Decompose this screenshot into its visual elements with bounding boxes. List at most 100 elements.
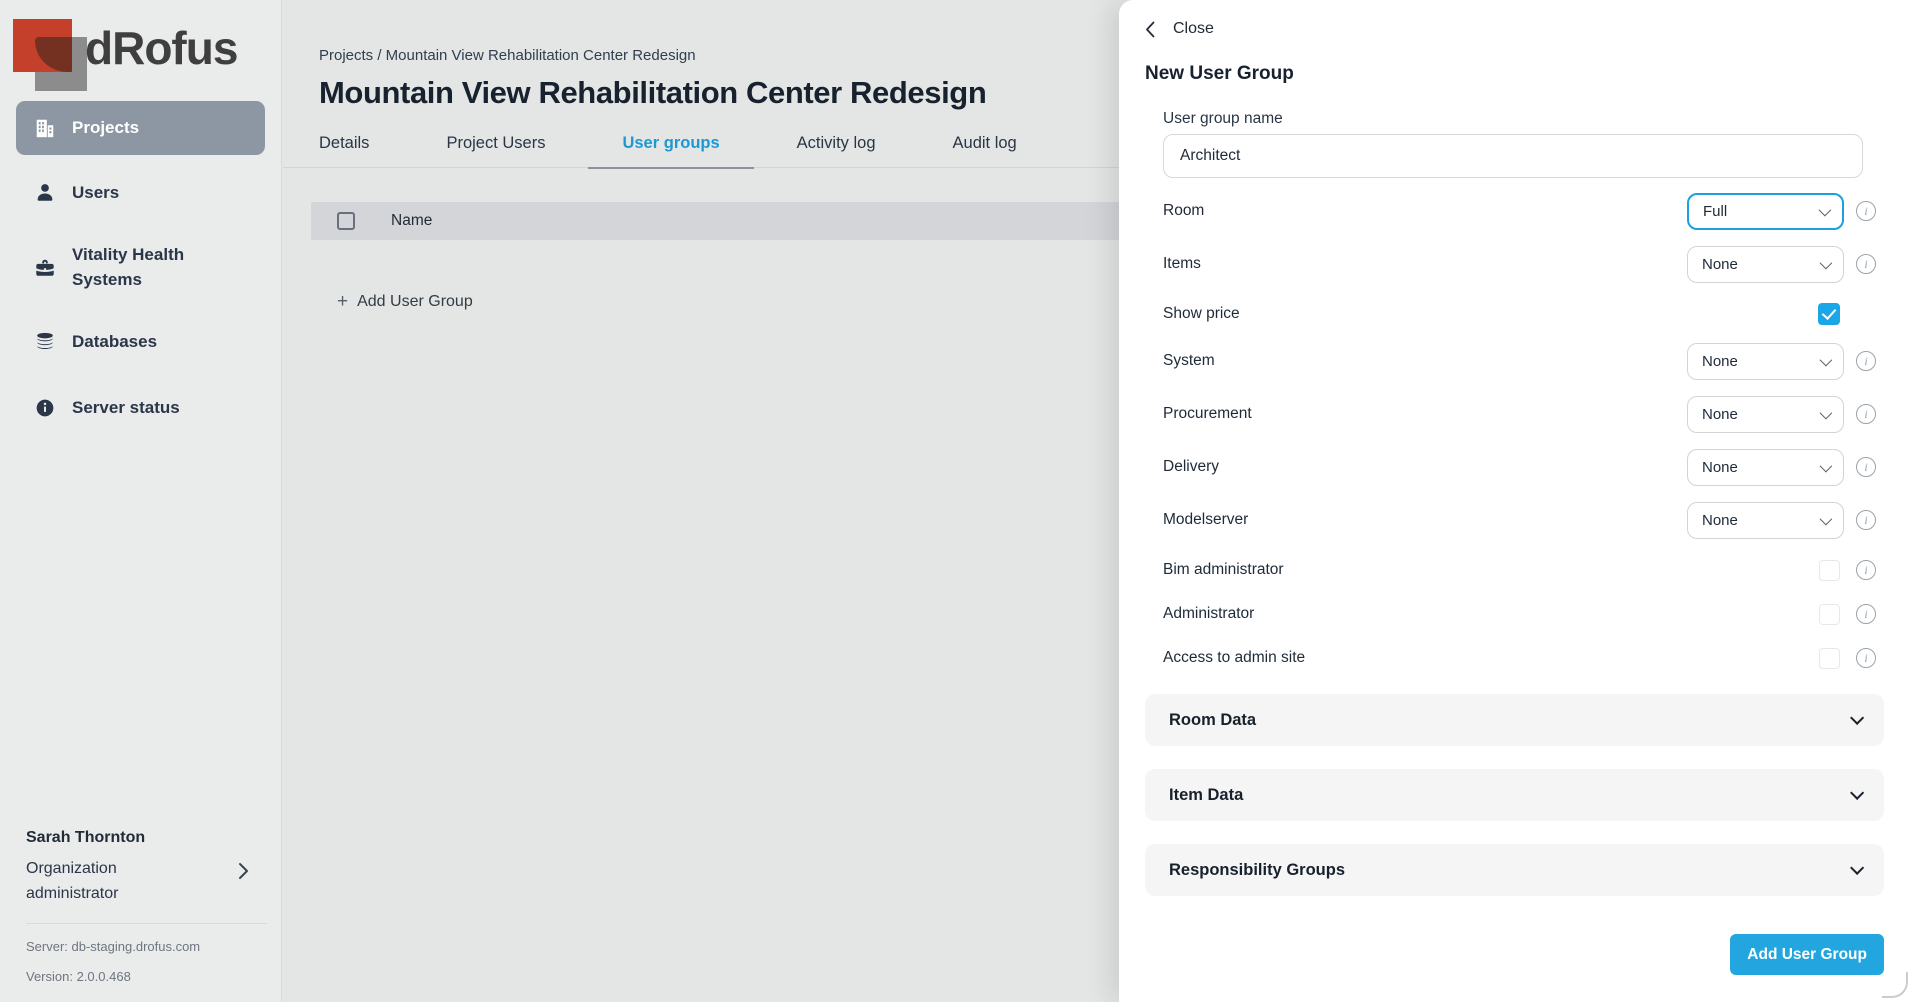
sidebar-item-organization[interactable]: Vitality Health Systems bbox=[16, 243, 265, 292]
briefcase-icon bbox=[34, 257, 56, 279]
items-select[interactable]: None bbox=[1687, 246, 1844, 283]
form-row-administrator: Administrator i bbox=[1163, 600, 1876, 628]
sidebar-item-server-status[interactable]: Server status bbox=[16, 384, 265, 432]
row-label: Modelserver bbox=[1163, 511, 1687, 529]
procurement-select[interactable]: None bbox=[1687, 396, 1844, 433]
chevron-down-icon bbox=[1820, 512, 1833, 525]
sidebar-item-label: Vitality Health Systems bbox=[72, 243, 232, 292]
form-row-access-admin-site: Access to admin site i bbox=[1163, 644, 1876, 672]
info-circle-icon bbox=[34, 397, 56, 419]
tab-audit-log[interactable]: Audit log bbox=[953, 134, 1017, 153]
show-price-checkbox[interactable] bbox=[1818, 303, 1840, 325]
row-label: System bbox=[1163, 352, 1687, 370]
info-icon[interactable]: i bbox=[1856, 510, 1876, 530]
info-icon[interactable]: i bbox=[1856, 604, 1876, 624]
chevron-down-icon bbox=[1819, 203, 1832, 216]
user-group-name-label: User group name bbox=[1163, 110, 1876, 128]
chevron-right-icon bbox=[238, 862, 249, 880]
sidebar-item-users[interactable]: Users bbox=[16, 169, 265, 217]
system-select[interactable]: None bbox=[1687, 343, 1844, 380]
access-admin-site-checkbox[interactable] bbox=[1819, 648, 1840, 669]
modelserver-select[interactable]: None bbox=[1687, 502, 1844, 539]
row-label: Show price bbox=[1163, 305, 1687, 323]
sidebar-item-label: Databases bbox=[72, 330, 157, 355]
info-icon[interactable]: i bbox=[1856, 254, 1876, 274]
form-row-bim-administrator: Bim administrator i bbox=[1163, 556, 1876, 584]
select-value: None bbox=[1702, 406, 1820, 423]
select-value: None bbox=[1702, 512, 1820, 529]
administrator-checkbox[interactable] bbox=[1819, 604, 1840, 625]
form-row-show-price: Show price bbox=[1163, 300, 1876, 328]
footer-divider bbox=[26, 923, 267, 924]
row-label: Access to admin site bbox=[1163, 649, 1687, 667]
add-user-group-button[interactable]: Add User Group bbox=[1730, 934, 1884, 975]
user-group-form: User group name Room Full i Items None i bbox=[1145, 110, 1884, 672]
row-label: Items bbox=[1163, 255, 1687, 273]
select-value: None bbox=[1702, 459, 1820, 476]
form-row-procurement: Procurement None i bbox=[1163, 394, 1876, 434]
section-responsibility-groups[interactable]: Responsibility Groups bbox=[1145, 844, 1884, 896]
section-label: Room Data bbox=[1169, 711, 1850, 730]
tab-project-users[interactable]: Project Users bbox=[446, 134, 545, 153]
form-row-room: Room Full i bbox=[1163, 191, 1876, 231]
chevron-down-icon bbox=[1820, 406, 1833, 419]
version-label: Version: 2.0.0.468 bbox=[26, 969, 267, 984]
sidebar: dRofus Projects Users Vitality Health Sy… bbox=[0, 0, 282, 1002]
select-value: None bbox=[1702, 256, 1820, 273]
chevron-down-icon bbox=[1820, 353, 1833, 366]
sidebar-item-projects[interactable]: Projects bbox=[16, 101, 265, 155]
sidebar-item-label: Users bbox=[72, 181, 119, 206]
info-icon[interactable]: i bbox=[1856, 404, 1876, 424]
delivery-select[interactable]: None bbox=[1687, 449, 1844, 486]
user-group-name-input[interactable] bbox=[1163, 134, 1863, 178]
close-button[interactable]: Close bbox=[1145, 20, 1214, 38]
tab-activity-log[interactable]: Activity log bbox=[797, 134, 876, 153]
room-select[interactable]: Full bbox=[1687, 193, 1844, 230]
database-icon bbox=[34, 331, 56, 353]
sidebar-item-label: Projects bbox=[72, 116, 139, 141]
info-icon[interactable]: i bbox=[1856, 457, 1876, 477]
logo-wordmark: dRofus bbox=[85, 21, 237, 75]
add-user-group-link[interactable]: + Add User Group bbox=[337, 292, 473, 311]
form-row-modelserver: Modelserver None i bbox=[1163, 500, 1876, 540]
tab-user-groups[interactable]: User groups bbox=[622, 134, 719, 153]
user-name: Sarah Thornton bbox=[26, 829, 267, 847]
close-label: Close bbox=[1173, 20, 1214, 38]
row-label: Room bbox=[1163, 202, 1687, 220]
chevron-down-icon bbox=[1820, 256, 1833, 269]
row-label: Bim administrator bbox=[1163, 561, 1687, 579]
buildings-icon bbox=[34, 117, 56, 139]
panel-title: New User Group bbox=[1145, 63, 1884, 85]
section-label: Responsibility Groups bbox=[1169, 861, 1850, 880]
select-all-checkbox[interactable] bbox=[337, 212, 355, 230]
table-header-row: Name bbox=[311, 202, 1151, 240]
info-icon[interactable]: i bbox=[1856, 201, 1876, 221]
section-label: Item Data bbox=[1169, 786, 1850, 805]
plus-icon: + bbox=[337, 292, 348, 311]
add-user-group-link-label: Add User Group bbox=[357, 293, 473, 311]
panel-corner-decoration bbox=[1882, 972, 1908, 998]
info-icon[interactable]: i bbox=[1856, 351, 1876, 371]
chevron-down-icon bbox=[1820, 459, 1833, 472]
user-role: Organization administrator bbox=[26, 856, 186, 907]
section-item-data[interactable]: Item Data bbox=[1145, 769, 1884, 821]
form-row-delivery: Delivery None i bbox=[1163, 447, 1876, 487]
section-room-data[interactable]: Room Data bbox=[1145, 694, 1884, 746]
sidebar-item-label: Server status bbox=[72, 396, 180, 421]
info-icon[interactable]: i bbox=[1856, 648, 1876, 668]
form-row-items: Items None i bbox=[1163, 244, 1876, 284]
sidebar-nav: Projects Users Vitality Health Systems D… bbox=[16, 101, 265, 432]
select-value: None bbox=[1702, 353, 1820, 370]
tab-details[interactable]: Details bbox=[319, 134, 369, 153]
select-value: Full bbox=[1703, 203, 1819, 220]
row-label: Administrator bbox=[1163, 605, 1687, 623]
user-role-row[interactable]: Organization administrator bbox=[26, 856, 267, 907]
chevron-down-icon bbox=[1850, 861, 1864, 875]
sidebar-item-databases[interactable]: Databases bbox=[16, 318, 265, 366]
column-header-name: Name bbox=[391, 212, 432, 230]
new-user-group-panel: Close New User Group User group name Roo… bbox=[1119, 0, 1912, 1002]
bim-administrator-checkbox[interactable] bbox=[1819, 560, 1840, 581]
user-icon bbox=[34, 182, 56, 204]
sidebar-footer: Sarah Thornton Organization administrato… bbox=[0, 829, 281, 1002]
info-icon[interactable]: i bbox=[1856, 560, 1876, 580]
